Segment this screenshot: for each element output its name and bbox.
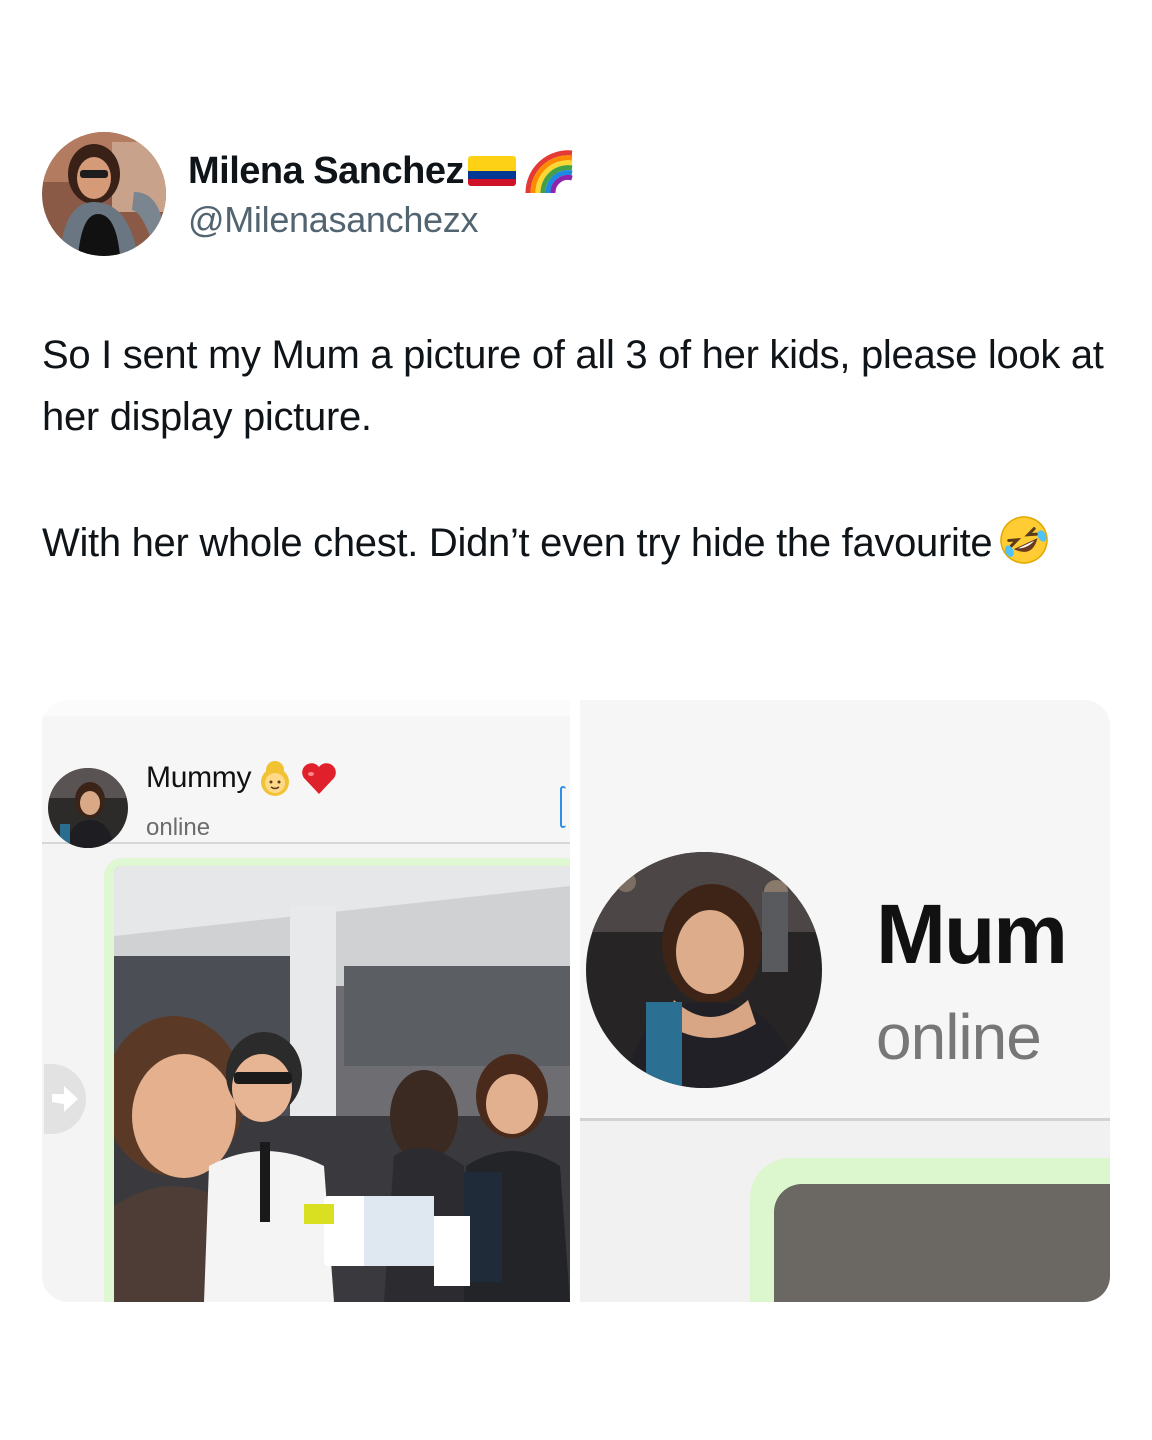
contact-name-zoomed: Mum — [876, 887, 1068, 981]
user-handle[interactable]: @Milenasanchezx — [188, 199, 574, 241]
contact-name: Mummy — [146, 761, 252, 794]
colombia-flag-icon — [467, 156, 516, 186]
screenshot-left[interactable]: Mummy online — [42, 700, 570, 1302]
contact-avatar — [48, 768, 128, 848]
contact-status-zoomed: online — [876, 1001, 1042, 1073]
red-heart-icon — [302, 763, 336, 794]
author-names: Milena Sanchez @Milenasanchezx — [188, 147, 574, 241]
rofl-emoji-icon — [1000, 516, 1049, 564]
forward-button[interactable] — [44, 1064, 86, 1134]
older-woman-emoji-icon — [261, 761, 290, 796]
rainbow-icon — [525, 150, 573, 193]
contact-status: online — [146, 814, 211, 841]
chat-header: Mummy online — [42, 716, 570, 848]
shared-photo[interactable] — [114, 866, 570, 1302]
tweet-paragraph-1: So I sent my Mum a picture of all 3 of h… — [42, 333, 1104, 439]
display-name-row: Milena Sanchez — [188, 147, 574, 195]
shared-photo-zoomed — [774, 1184, 1110, 1302]
tweet-paragraph-2-text: With her whole chest. Didn’t even try hi… — [42, 521, 993, 565]
tweet-paragraph-2: With her whole chest. Didn’t even try hi… — [42, 512, 1112, 574]
call-button-edge — [560, 786, 566, 828]
screenshot-right[interactable]: Mum online — [580, 700, 1110, 1302]
tweet-header: Milena Sanchez @Milenasanchezx — [42, 132, 574, 256]
contact-avatar-zoomed — [586, 852, 822, 1088]
tweet-media[interactable]: Mummy online Mum online — [42, 700, 1110, 1302]
display-name[interactable]: Milena Sanchez — [188, 150, 464, 193]
tweet-text: So I sent my Mum a picture of all 3 of h… — [42, 324, 1112, 574]
profile-avatar[interactable] — [42, 132, 166, 256]
forward-arrow-icon — [52, 1086, 78, 1112]
contact-name-row: Mummy — [146, 758, 339, 798]
contact-header-zoomed: Mum online — [580, 700, 1110, 1121]
screenshot-top-strip — [42, 700, 570, 716]
